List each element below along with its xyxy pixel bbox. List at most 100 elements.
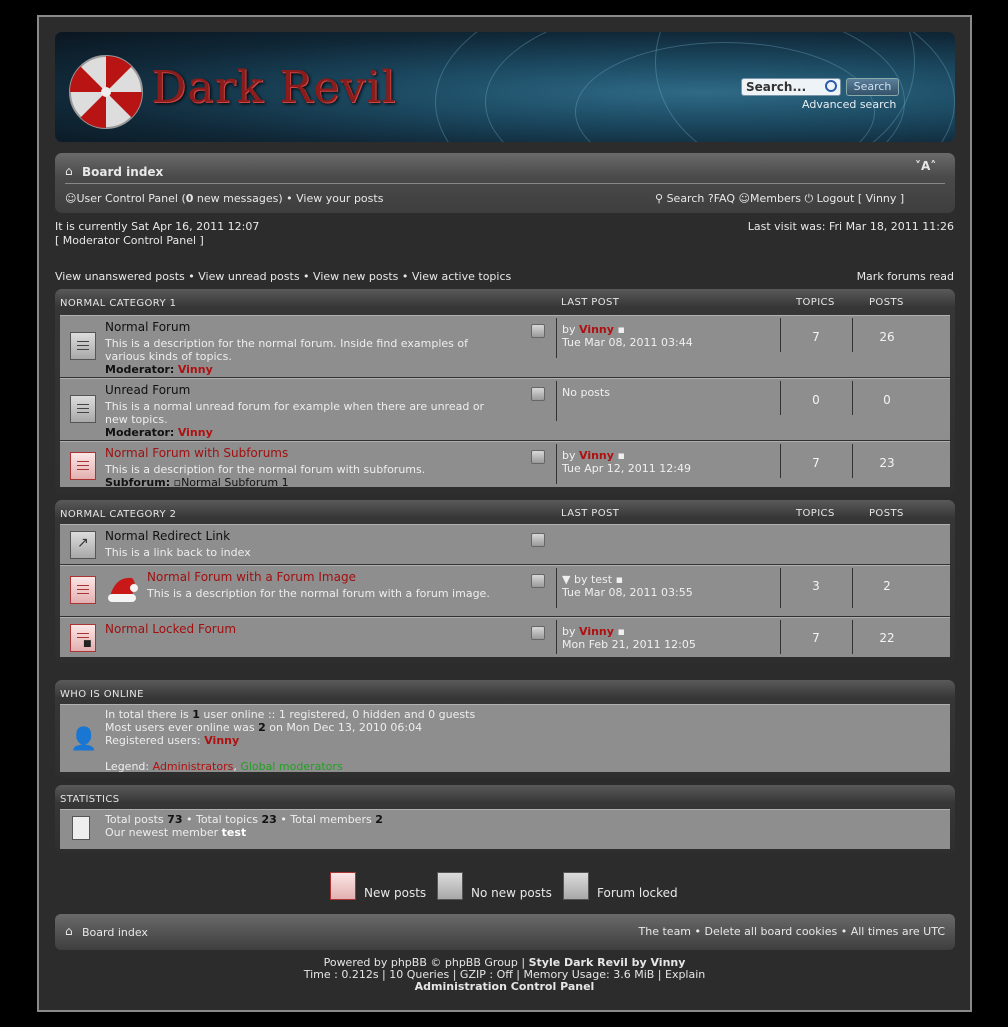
view-latest-post-icon[interactable]: ▪	[617, 323, 624, 336]
view-latest-post-icon[interactable]: ▪	[617, 625, 624, 638]
search-icon	[825, 80, 837, 92]
forum-moderator: Moderator: Vinny	[105, 363, 213, 376]
who-is-online-title[interactable]: WHO IS ONLINE	[60, 689, 144, 700]
new-posts-icon	[330, 872, 356, 900]
quick-links: View unanswered posts • View unread post…	[55, 270, 512, 283]
search-input[interactable]: Search...	[741, 78, 841, 96]
acp-link[interactable]: Administration Control Panel	[39, 980, 970, 993]
statistics-body: Total posts 73 • Total topics 23 • Total…	[60, 809, 950, 849]
forum-category-panel: NORMAL CATEGORY 1 LAST POST TOPICS POSTS…	[55, 289, 955, 494]
nav-search-link[interactable]: Search	[667, 192, 705, 205]
font-size-toggle-icon[interactable]: ˅A˄	[915, 159, 936, 173]
rss-icon[interactable]	[531, 574, 545, 588]
divider	[852, 318, 853, 352]
last-post-author[interactable]: test	[591, 573, 612, 586]
mark-forums-read-link[interactable]: Mark forums read	[857, 270, 954, 283]
newest-member-link[interactable]: test	[222, 826, 247, 839]
site-title[interactable]: Dark Revil	[151, 62, 396, 113]
subforum-list: Subforum: ▫Normal Subforum 1	[105, 476, 289, 489]
last-post-author[interactable]: Vinny	[579, 449, 614, 462]
the-team-link[interactable]: The team	[639, 925, 692, 938]
view-latest-post-icon[interactable]: ▪	[617, 449, 624, 462]
delete-cookies-link[interactable]: Delete all board cookies	[705, 925, 838, 938]
moderator-link[interactable]: Vinny	[178, 426, 213, 439]
no-new-posts-icon	[70, 395, 96, 423]
last-post-author[interactable]: Vinny	[579, 625, 614, 638]
logout-link[interactable]: Logout [	[817, 192, 862, 205]
timezone-info: All times are UTC	[850, 925, 945, 938]
forum-row: Normal Forum with a Forum Image This is …	[60, 565, 950, 616]
home-icon: ⌂	[65, 164, 73, 178]
view-latest-post-icon[interactable]: ▪	[616, 573, 623, 586]
divider	[852, 568, 853, 608]
new-posts-subforum-icon	[70, 452, 96, 480]
new-posts-link[interactable]: View new posts	[313, 270, 398, 283]
no-new-posts-icon	[437, 872, 463, 900]
last-post: by Vinny ▪ Tue Apr 12, 2011 12:49	[562, 449, 691, 475]
forum-description: This is a description for the normal for…	[105, 463, 426, 476]
rss-icon[interactable]	[531, 533, 545, 547]
last-visit: Last visit was: Fri Mar 18, 2011 11:26	[747, 220, 954, 233]
logout-username[interactable]: Vinny	[866, 192, 897, 205]
last-post: ▼ by test ▪ Tue Mar 08, 2011 03:55	[562, 573, 693, 599]
members-icon: ☺	[738, 192, 750, 205]
members-link[interactable]: Members	[750, 192, 801, 205]
faq-link[interactable]: FAQ	[714, 192, 735, 205]
new-posts-icon	[70, 576, 96, 604]
forum-title[interactable]: Normal Forum with a Forum Image	[147, 570, 356, 584]
ucp-link[interactable]: User Control Panel (	[76, 192, 185, 205]
divider	[780, 381, 781, 415]
rss-icon[interactable]	[531, 626, 545, 640]
home-icon: ⌂	[65, 924, 73, 938]
statistics-text: Total posts 73 • Total topics 23 • Total…	[105, 813, 383, 839]
last-post-author[interactable]: Vinny	[579, 323, 614, 336]
topics-header: TOPICS	[796, 508, 835, 519]
forum-title[interactable]: Normal Locked Forum	[105, 622, 236, 636]
category-title[interactable]: NORMAL CATEGORY 1	[60, 298, 176, 309]
advanced-search-link[interactable]: Advanced search	[802, 98, 896, 111]
unread-posts-link[interactable]: View unread posts	[198, 270, 299, 283]
divider	[780, 318, 781, 352]
divider	[852, 381, 853, 415]
rss-icon[interactable]	[531, 324, 545, 338]
topics-count: 0	[812, 393, 820, 407]
who-is-online-panel: WHO IS ONLINE 👤 In total there is 1 user…	[55, 680, 955, 777]
posts-count: 26	[879, 330, 895, 344]
active-topics-link[interactable]: View active topics	[412, 270, 511, 283]
divider	[852, 444, 853, 478]
last-post: No posts	[562, 386, 610, 399]
last-post-header: LAST POST	[561, 508, 620, 519]
moderator-link[interactable]: Vinny	[178, 363, 213, 376]
mcp-link[interactable]: [ Moderator Control Panel ]	[55, 234, 204, 247]
last-post: by Vinny ▪ Tue Mar 08, 2011 03:44	[562, 323, 693, 349]
forum-title[interactable]: Unread Forum	[105, 383, 190, 397]
footer-board-index-link[interactable]: Board index	[82, 926, 148, 939]
forum-title[interactable]: Normal Forum	[105, 320, 190, 334]
search-button[interactable]: Search	[846, 78, 899, 96]
view-your-posts-link[interactable]: View your posts	[296, 192, 383, 205]
online-user-link[interactable]: Vinny	[204, 734, 239, 747]
divider	[852, 620, 853, 654]
administrators-link[interactable]: Administrators	[153, 760, 234, 773]
statistics-icon	[72, 816, 90, 840]
category-title[interactable]: NORMAL CATEGORY 2	[60, 509, 176, 520]
subforum-icon: ▫	[173, 476, 182, 489]
topics-count: 7	[812, 631, 820, 645]
topic-type-icon: ▼	[562, 573, 571, 586]
posts-header: POSTS	[869, 508, 904, 519]
new-messages-suffix: new messages)	[193, 192, 283, 205]
rss-icon[interactable]	[531, 450, 545, 464]
divider	[556, 318, 557, 358]
current-time: It is currently Sat Apr 16, 2011 12:07	[55, 220, 260, 233]
divider	[556, 381, 557, 421]
rss-icon[interactable]	[531, 387, 545, 401]
forum-title[interactable]: Normal Forum with Subforums	[105, 446, 288, 460]
subforum-link[interactable]: Normal Subforum 1	[181, 476, 289, 489]
forum-locked-legend: Forum locked	[597, 886, 678, 900]
unanswered-posts-link[interactable]: View unanswered posts	[55, 270, 185, 283]
footer-links: The team • Delete all board cookies • Al…	[638, 925, 945, 938]
forum-title[interactable]: Normal Redirect Link	[105, 529, 230, 543]
board-index-link[interactable]: Board index	[82, 165, 163, 179]
global-moderators-link[interactable]: Global moderators	[240, 760, 342, 773]
topics-count: 7	[812, 330, 820, 344]
